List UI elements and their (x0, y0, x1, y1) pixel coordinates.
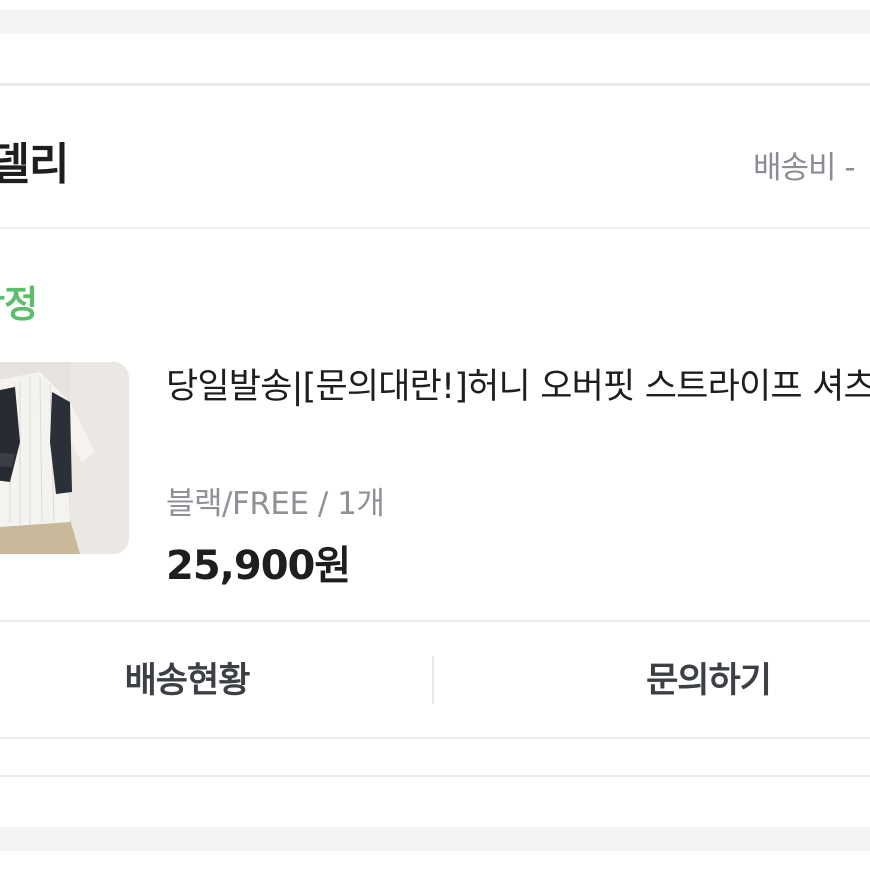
divider-bottom (0, 775, 870, 777)
order-detail-page: 이델리 배송비 - 구매확정 당일발송|[문의대란!]허니 오버핏 스트라이프 … (0, 0, 870, 870)
divider-actions (0, 737, 870, 739)
product-thumbnail[interactable] (0, 362, 129, 554)
shipping-status-button[interactable]: 배송현황 (0, 646, 374, 708)
top-gray-band (0, 10, 870, 34)
shipping-fee-label: 배송비 - (753, 150, 856, 186)
bottom-gray-band (0, 827, 870, 851)
inquiry-button[interactable]: 문의하기 (436, 646, 870, 708)
store-name[interactable]: 이델리 (0, 128, 69, 192)
order-status-badge: 구매확정 (0, 283, 38, 326)
divider-store (0, 227, 870, 229)
product-price: 25,900원 (166, 543, 351, 589)
product-title[interactable]: 당일발송|[문의대란!]허니 오버핏 스트라이프 셔츠 (166, 364, 870, 410)
product-option: 블랙/FREE / 1개 (166, 486, 385, 522)
button-separator (432, 656, 434, 704)
product-photo-icon (0, 362, 129, 554)
divider-top (0, 83, 870, 86)
divider-product (0, 620, 870, 622)
